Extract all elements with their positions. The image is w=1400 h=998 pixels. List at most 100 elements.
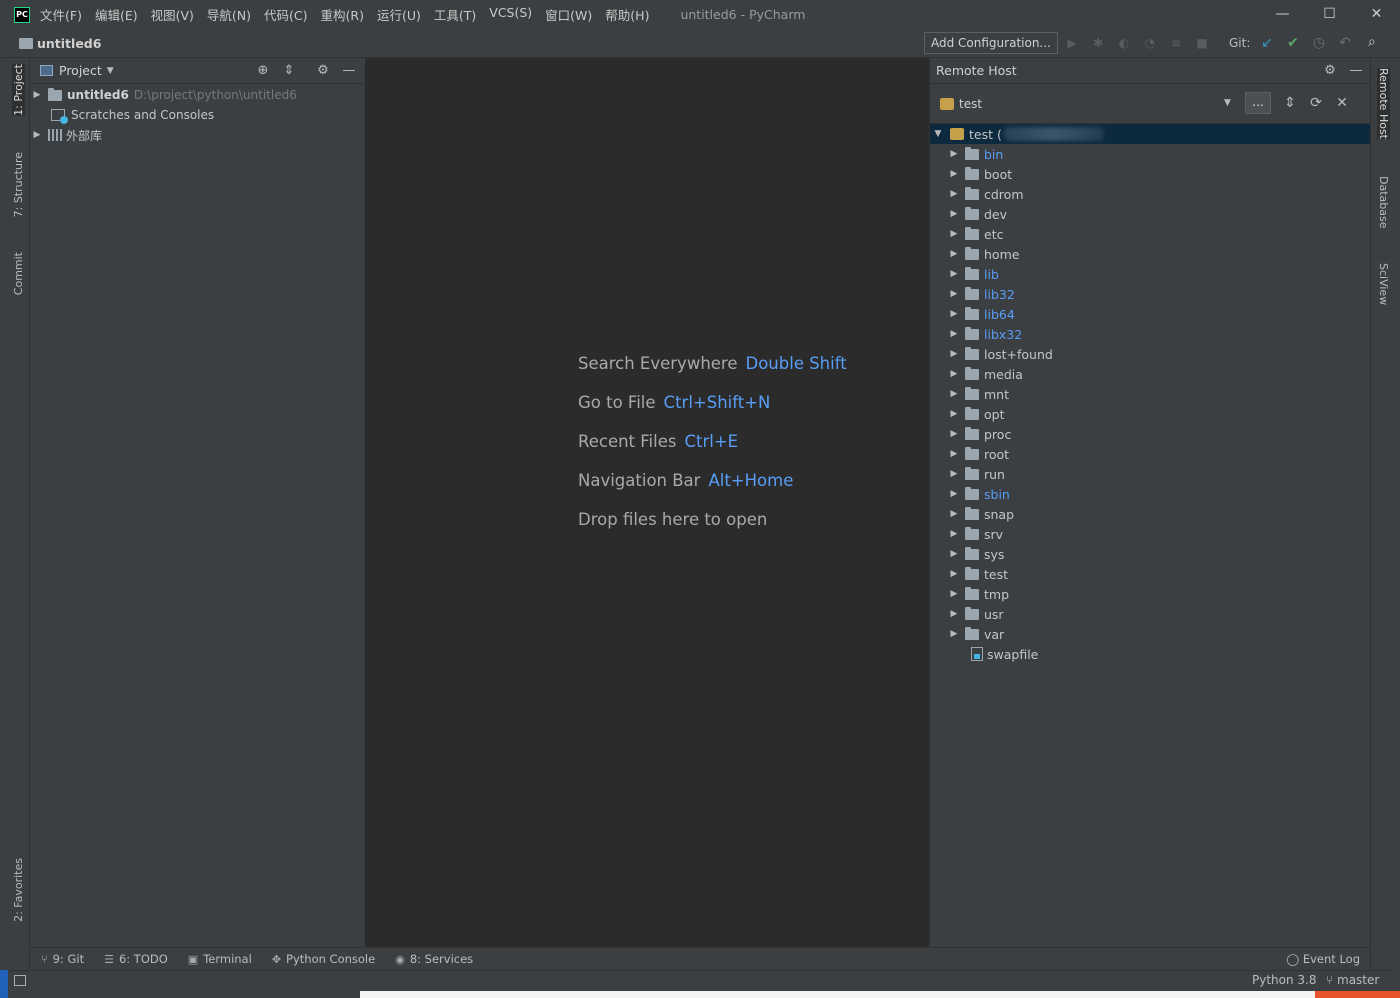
tree-item-folder[interactable]: ▶ root: [930, 444, 1370, 464]
collapse-all-icon[interactable]: ⇕: [1282, 94, 1298, 112]
maximize-button[interactable]: ☐: [1306, 0, 1353, 29]
menu-tools[interactable]: 工具(T): [434, 5, 476, 24]
chevron-down-icon[interactable]: ▼: [107, 66, 114, 76]
expand-arrow-icon[interactable]: ▶: [948, 609, 960, 619]
tree-item-folder[interactable]: ▶ sys: [930, 544, 1370, 564]
tab-structure[interactable]: 7: Structure: [12, 152, 25, 217]
tree-item-project-root[interactable]: ▶ untitled6 D:\project\python\untitled6: [31, 85, 365, 105]
collapse-arrow-icon[interactable]: ▼: [932, 129, 944, 139]
tree-item-folder[interactable]: ▶ var: [930, 624, 1370, 644]
tree-item-folder[interactable]: ▶ lib: [930, 264, 1370, 284]
expand-arrow-icon[interactable]: ▶: [948, 349, 960, 359]
git-history-icon[interactable]: ◷: [1310, 34, 1328, 52]
tree-item-folder[interactable]: ▶ opt: [930, 404, 1370, 424]
hide-icon[interactable]: —: [341, 62, 357, 80]
python-interpreter-widget[interactable]: Python 3.8: [1252, 973, 1317, 987]
tree-item-external-libraries[interactable]: ▶ 外部库: [31, 125, 365, 145]
run-icon[interactable]: ▶: [1064, 34, 1080, 52]
tree-item-folder[interactable]: ▶ libx32: [930, 324, 1370, 344]
tree-item-folder[interactable]: ▶ srv: [930, 524, 1370, 544]
breadcrumb-project[interactable]: untitled6: [37, 36, 101, 51]
tab-commit[interactable]: Commit: [12, 252, 25, 295]
tree-item-folder[interactable]: ▶ run: [930, 464, 1370, 484]
tree-item-folder[interactable]: ▶ home: [930, 244, 1370, 264]
tree-item-folder[interactable]: ▶ cdrom: [930, 184, 1370, 204]
menu-run[interactable]: 运行(U): [377, 5, 421, 24]
concurrency-icon[interactable]: ≡: [1168, 34, 1184, 52]
expand-arrow-icon[interactable]: ▶: [948, 149, 960, 159]
tree-item-folder[interactable]: ▶ mnt: [930, 384, 1370, 404]
expand-arrow-icon[interactable]: ▶: [948, 509, 960, 519]
expand-arrow-icon[interactable]: ▶: [948, 629, 960, 639]
git-branch-widget[interactable]: ⑂ master: [1326, 973, 1379, 987]
toggle-tool-windows-icon[interactable]: [14, 975, 26, 986]
locate-icon[interactable]: ⊕: [255, 62, 271, 80]
tree-item-folder[interactable]: ▶ test: [930, 564, 1370, 584]
git-rollback-icon[interactable]: ↶: [1336, 34, 1354, 52]
expand-arrow-icon[interactable]: ▶: [948, 489, 960, 499]
tree-item-folder[interactable]: ▶ media: [930, 364, 1370, 384]
event-log-button[interactable]: ◯ Event Log: [1286, 952, 1360, 966]
tree-item-folder[interactable]: ▶ boot: [930, 164, 1370, 184]
debug-icon[interactable]: ✱: [1090, 34, 1106, 52]
coverage-icon[interactable]: ◐: [1116, 34, 1132, 52]
expand-arrow-icon[interactable]: ▶: [948, 229, 960, 239]
tab-project[interactable]: 1: Project: [12, 64, 25, 116]
stop-icon[interactable]: ■: [1194, 34, 1210, 52]
tree-item-folder[interactable]: ▶ etc: [930, 224, 1370, 244]
editor-area[interactable]: Search Everywhere Double Shift Go to File…: [365, 58, 929, 947]
minimize-button[interactable]: —: [1259, 0, 1306, 29]
add-configuration-button[interactable]: Add Configuration...: [924, 32, 1058, 54]
refresh-icon[interactable]: ⟳: [1308, 94, 1324, 112]
expand-arrow-icon[interactable]: ▶: [31, 130, 43, 140]
expand-arrow-icon[interactable]: ▶: [948, 449, 960, 459]
close-icon[interactable]: ✕: [1334, 94, 1350, 112]
expand-arrow-icon[interactable]: ▶: [948, 329, 960, 339]
tree-item-folder[interactable]: ▶ proc: [930, 424, 1370, 444]
gear-icon[interactable]: ⚙: [315, 62, 331, 80]
tab-database[interactable]: Database: [1377, 176, 1390, 229]
tree-item-folder[interactable]: ▶ lib32: [930, 284, 1370, 304]
menu-refactor[interactable]: 重构(R): [321, 5, 364, 24]
tool-python-console[interactable]: ✥ Python Console: [272, 952, 375, 966]
menu-help[interactable]: 帮助(H): [605, 5, 649, 24]
expand-arrow-icon[interactable]: ▶: [948, 429, 960, 439]
tree-item-folder[interactable]: ▶ lost+found: [930, 344, 1370, 364]
git-commit-icon[interactable]: ✔: [1284, 34, 1302, 52]
git-update-icon[interactable]: ↙: [1258, 34, 1276, 52]
tree-item-scratches[interactable]: Scratches and Consoles: [31, 105, 365, 125]
expand-arrow-icon[interactable]: ▶: [948, 289, 960, 299]
expand-arrow-icon[interactable]: ▶: [948, 169, 960, 179]
tree-item-folder[interactable]: ▶ snap: [930, 504, 1370, 524]
tool-terminal[interactable]: ▣ Terminal: [188, 952, 252, 966]
tool-services[interactable]: ◉ 8: Services: [395, 952, 473, 966]
expand-arrow-icon[interactable]: ▶: [948, 409, 960, 419]
expand-arrow-icon[interactable]: ▶: [948, 469, 960, 479]
menu-navigate[interactable]: 导航(N): [207, 5, 251, 24]
tree-item-folder[interactable]: ▶ tmp: [930, 584, 1370, 604]
browse-servers-button[interactable]: ...: [1245, 92, 1271, 114]
profile-icon[interactable]: ◔: [1142, 34, 1158, 52]
hide-icon[interactable]: —: [1348, 62, 1364, 80]
tree-item-folder[interactable]: ▶ dev: [930, 204, 1370, 224]
project-view-selector[interactable]: Project: [59, 63, 102, 78]
gear-icon[interactable]: ⚙: [1322, 62, 1338, 80]
tree-item-server-root[interactable]: ▼ test (: [930, 124, 1370, 144]
search-everywhere-icon[interactable]: ⌕: [1368, 34, 1376, 50]
server-selector[interactable]: test: [959, 97, 982, 111]
expand-arrow-icon[interactable]: ▶: [948, 249, 960, 259]
menu-edit[interactable]: 编辑(E): [95, 5, 138, 24]
tree-item-folder[interactable]: ▶ bin: [930, 144, 1370, 164]
menu-file[interactable]: 文件(F): [40, 5, 82, 24]
chevron-down-icon[interactable]: ▼: [1224, 98, 1231, 108]
tool-git[interactable]: ⑂ 9: Git: [41, 952, 84, 966]
tree-item-folder[interactable]: ▶ usr: [930, 604, 1370, 624]
tool-todo[interactable]: ☰ 6: TODO: [104, 952, 168, 966]
tab-favorites[interactable]: 2: Favorites: [12, 858, 25, 922]
tab-remote-host[interactable]: Remote Host: [1377, 68, 1390, 139]
close-button[interactable]: ✕: [1353, 0, 1400, 29]
expand-arrow-icon[interactable]: ▶: [948, 549, 960, 559]
expand-arrow-icon[interactable]: ▶: [31, 90, 43, 100]
menu-code[interactable]: 代码(C): [264, 5, 307, 24]
menu-vcs[interactable]: VCS(S): [489, 5, 532, 24]
